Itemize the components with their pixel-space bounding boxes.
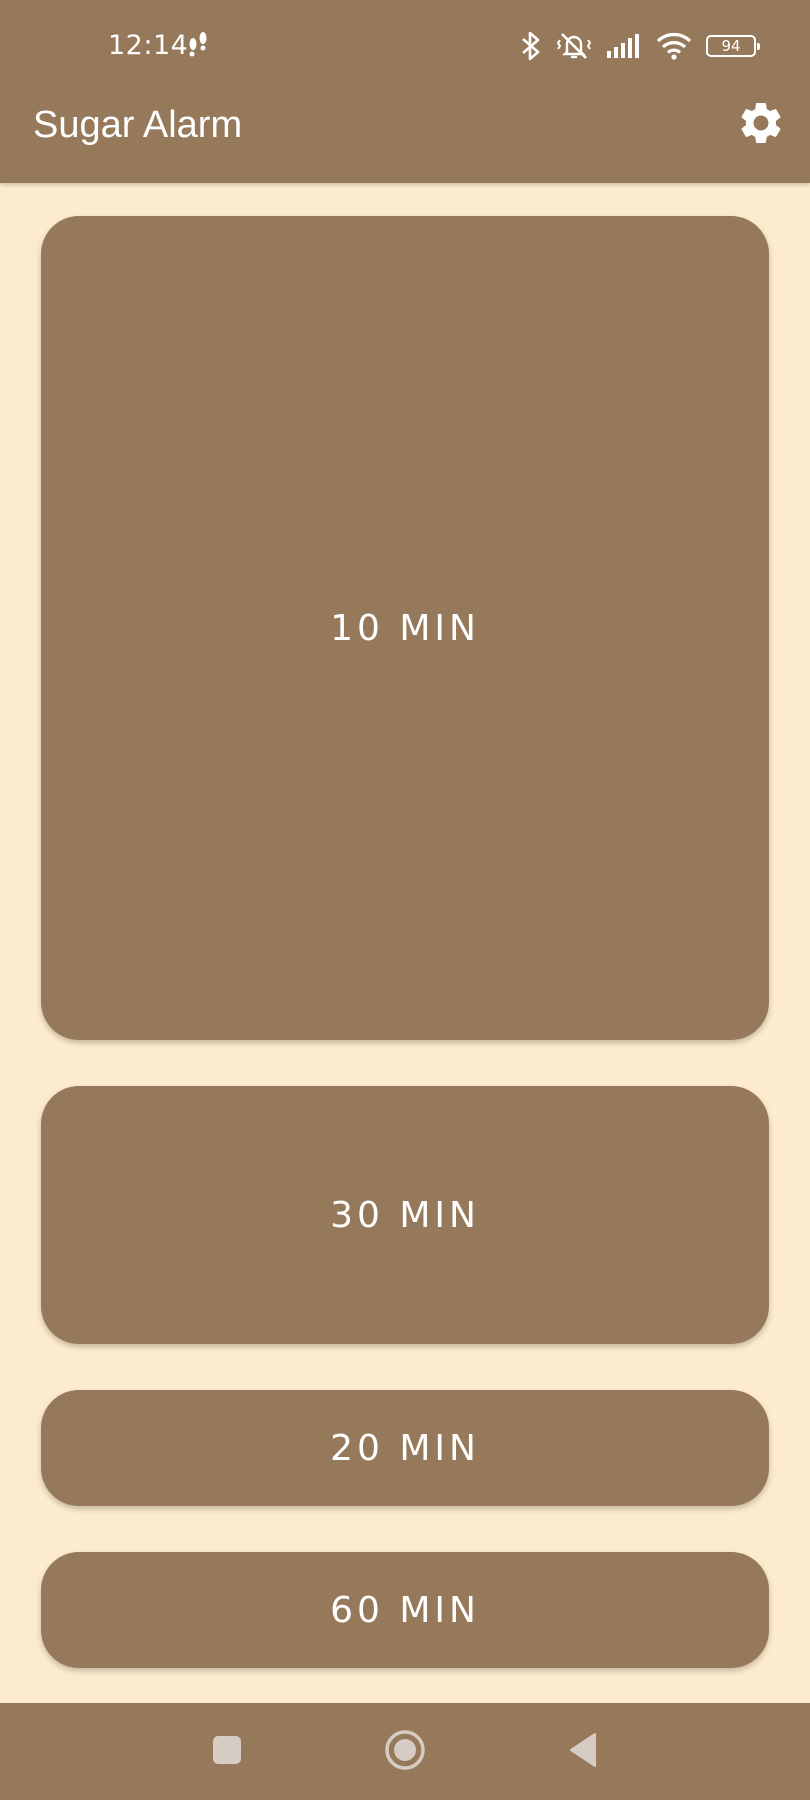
gear-icon bbox=[736, 98, 786, 153]
wifi-icon bbox=[656, 32, 692, 60]
signal-icon bbox=[606, 33, 642, 59]
timer-button-10-min[interactable]: 10 MIN bbox=[41, 216, 769, 1040]
timer-button-label: 60 MIN bbox=[330, 1589, 480, 1631]
screen: 12:14 94 Sugar Alarm 10 MIN 30 MIN 20 MI… bbox=[0, 0, 810, 1800]
app-title: Sugar Alarm bbox=[33, 104, 243, 146]
home-icon bbox=[383, 1728, 427, 1777]
timer-button-30-min[interactable]: 30 MIN bbox=[41, 1086, 769, 1344]
status-time: 12:14 bbox=[108, 30, 189, 61]
battery-icon: 94 bbox=[706, 35, 760, 57]
recents-icon bbox=[211, 1734, 243, 1771]
bluetooth-icon bbox=[520, 30, 542, 62]
status-bar: 12:14 94 bbox=[0, 0, 810, 90]
back-icon bbox=[567, 1732, 599, 1773]
battery-level: 94 bbox=[721, 36, 741, 55]
timer-button-label: 30 MIN bbox=[330, 1194, 480, 1236]
settings-button[interactable] bbox=[734, 98, 788, 152]
status-icons: 94 bbox=[520, 28, 760, 64]
timer-button-label: 20 MIN bbox=[330, 1427, 480, 1469]
navigation-bar bbox=[0, 1703, 810, 1800]
top-bar: 12:14 94 Sugar Alarm bbox=[0, 0, 810, 183]
recents-button[interactable] bbox=[204, 1729, 250, 1775]
timer-button-label: 10 MIN bbox=[330, 607, 480, 649]
footsteps-icon bbox=[186, 30, 210, 58]
timer-button-20-min[interactable]: 20 MIN bbox=[41, 1390, 769, 1506]
home-button[interactable] bbox=[382, 1729, 428, 1775]
timer-button-60-min[interactable]: 60 MIN bbox=[41, 1552, 769, 1668]
back-button[interactable] bbox=[560, 1729, 606, 1775]
vibrate-mute-icon bbox=[556, 30, 592, 62]
